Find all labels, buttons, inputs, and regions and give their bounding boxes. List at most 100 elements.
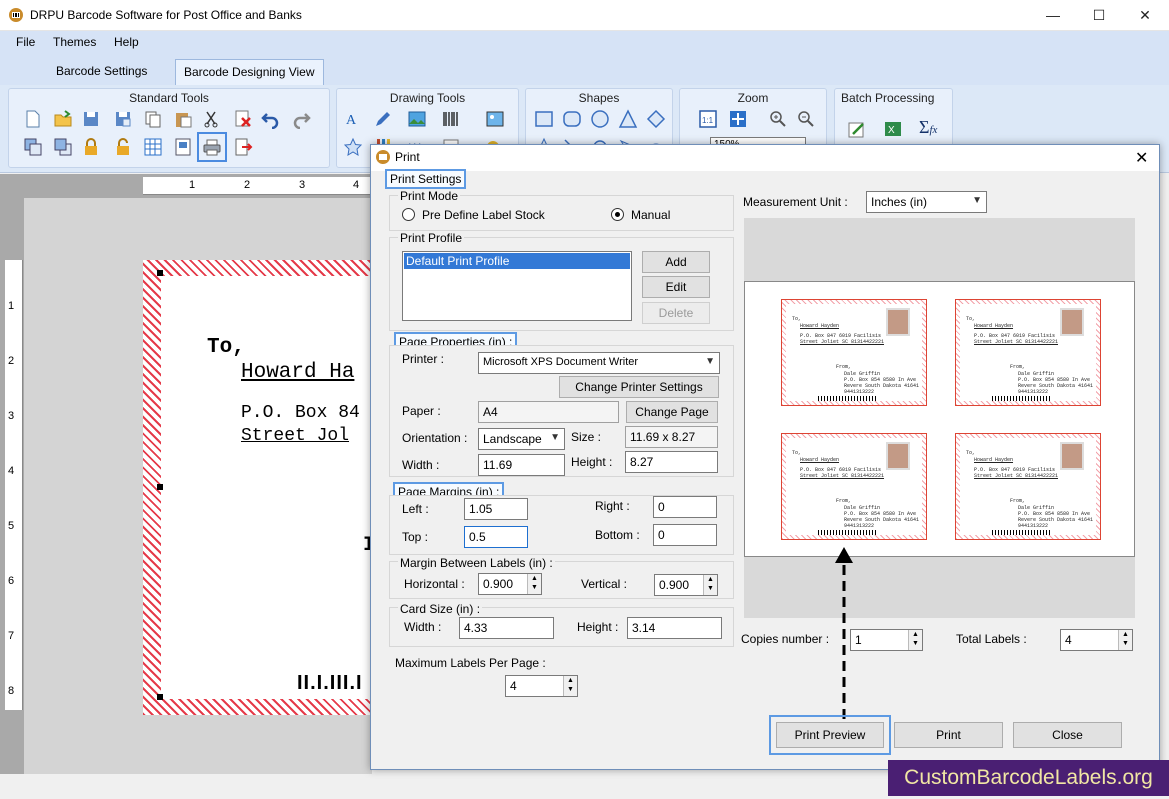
print-preview-highlight: Print Preview: [769, 715, 891, 755]
copies-spin[interactable]: 1 ▲ ▼: [850, 629, 923, 651]
save-icon[interactable]: [81, 109, 101, 129]
spinner-arrows-icon[interactable]: ▲ ▼: [703, 575, 717, 595]
redo-icon[interactable]: [291, 109, 311, 129]
tab-barcode-settings[interactable]: Barcode Settings: [48, 59, 155, 85]
size-field[interactable]: 11.69 x 8.27: [625, 426, 718, 448]
max-labels-spin[interactable]: 4 ▲ ▼: [505, 675, 578, 697]
radio-predefine-label[interactable]: Pre Define Label Stock: [422, 208, 545, 222]
delete-profile-button[interactable]: Delete: [642, 302, 710, 324]
label-to-text[interactable]: To,: [207, 336, 245, 359]
bring-front-icon[interactable]: [53, 137, 73, 157]
maximize-button[interactable]: ☐: [1076, 0, 1122, 30]
paper-field[interactable]: A4: [478, 401, 619, 423]
excel-import-icon[interactable]: X: [883, 119, 903, 139]
change-printer-button[interactable]: Change Printer Settings: [559, 376, 719, 398]
profile-list[interactable]: Default Print Profile: [402, 251, 632, 321]
open-folder-icon[interactable]: [53, 109, 73, 129]
selection-handle[interactable]: [157, 484, 163, 490]
card-height-field[interactable]: 3.14: [627, 617, 722, 639]
batch-edit-icon[interactable]: [847, 119, 867, 139]
print-profile-label: Print Profile: [398, 231, 465, 245]
page-height-field[interactable]: 8.27: [625, 451, 718, 473]
send-back-icon[interactable]: [23, 137, 43, 157]
lock-icon[interactable]: [81, 137, 101, 157]
text-tool-icon[interactable]: A: [343, 109, 363, 129]
preview-line2: Street Joliet SC 81314422221: [974, 339, 1059, 345]
rectangle-shape-icon[interactable]: [534, 109, 554, 129]
minimize-button[interactable]: —: [1030, 0, 1076, 30]
spinner-arrows-icon[interactable]: ▲ ▼: [563, 676, 577, 696]
dialog-close-icon[interactable]: ✕: [1135, 148, 1148, 168]
diamond-shape-icon[interactable]: [646, 109, 666, 129]
print-icon[interactable]: [197, 132, 227, 162]
add-profile-button[interactable]: Add: [642, 251, 710, 273]
measurement-unit-combo[interactable]: Inches (in) ▼: [866, 191, 987, 213]
spinner-arrows-icon[interactable]: ▲ ▼: [1118, 630, 1132, 650]
orientation-combo[interactable]: Landscape ▼: [478, 428, 565, 450]
edit-profile-button[interactable]: Edit: [642, 276, 710, 298]
printer-combo[interactable]: Microsoft XPS Document Writer ▼: [478, 352, 720, 374]
undo-icon[interactable]: [261, 109, 281, 129]
profile-list-item[interactable]: Default Print Profile: [404, 253, 630, 269]
new-file-icon[interactable]: [23, 109, 43, 129]
radio-manual[interactable]: [611, 208, 624, 221]
menu-file[interactable]: File: [16, 35, 35, 49]
card-width-field[interactable]: 4.33: [459, 617, 554, 639]
image-tool-icon[interactable]: [407, 109, 427, 129]
zoom-in-icon[interactable]: [768, 109, 788, 129]
spinner-arrows-icon[interactable]: ▲ ▼: [908, 630, 922, 650]
grid-icon[interactable]: [143, 137, 163, 157]
picture-icon[interactable]: [485, 109, 505, 129]
triangle-shape-icon[interactable]: [618, 109, 638, 129]
preview-from-line3: 9441313222: [844, 523, 875, 529]
menu-themes[interactable]: Themes: [53, 35, 96, 49]
horizontal-spin[interactable]: 0.900 ▲ ▼: [478, 573, 542, 595]
fit-to-window-icon[interactable]: [728, 109, 748, 129]
delete-icon[interactable]: [233, 109, 253, 129]
top-margin-field[interactable]: 0.5: [464, 526, 528, 548]
rounded-rectangle-icon[interactable]: [562, 109, 582, 129]
label-barcode[interactable]: II.I.III.I: [297, 672, 363, 695]
label-card[interactable]: To, Howard Ha P.O. Box 84 Street Jol I I…: [143, 260, 375, 715]
label-address-line1[interactable]: P.O. Box 84: [241, 403, 360, 423]
close-window-button[interactable]: ✕: [1122, 0, 1168, 30]
copy-icon[interactable]: [143, 109, 163, 129]
label-address-line2[interactable]: Street Jol: [241, 426, 349, 446]
label-recipient-name[interactable]: Howard Ha: [241, 361, 354, 384]
vertical-spin[interactable]: 0.900 ▲ ▼: [654, 574, 718, 596]
preview-from-line3: 9441313222: [844, 389, 875, 395]
selection-handle[interactable]: [157, 694, 163, 700]
page-width-field[interactable]: 11.69: [478, 454, 565, 476]
pencil-icon[interactable]: [373, 109, 393, 129]
zoom-out-icon[interactable]: [796, 109, 816, 129]
cut-icon[interactable]: [201, 109, 221, 129]
ruler-tick: 6: [8, 575, 15, 587]
menu-bar: File Themes Help: [0, 31, 1169, 55]
close-button[interactable]: Close: [1013, 722, 1122, 748]
spinner-arrows-icon[interactable]: ▲ ▼: [527, 574, 541, 594]
ellipse-shape-icon[interactable]: [590, 109, 610, 129]
page-margins-panel: Left : 1.05 Right : 0 Top : 0.5 Bottom :…: [389, 495, 734, 555]
change-page-button[interactable]: Change Page: [626, 401, 718, 423]
save-as-icon[interactable]: [113, 109, 133, 129]
print-button[interactable]: Print: [894, 722, 1003, 748]
menu-help[interactable]: Help: [114, 35, 139, 49]
barcode-tool-icon[interactable]: [441, 109, 461, 129]
unlock-icon[interactable]: [113, 137, 133, 157]
paste-icon[interactable]: [173, 109, 193, 129]
radio-predefine-stock[interactable]: [402, 208, 415, 221]
export-icon[interactable]: [233, 137, 253, 157]
selection-handle[interactable]: [157, 270, 163, 276]
right-margin-field[interactable]: 0: [653, 496, 717, 518]
total-labels-spin[interactable]: 4 ▲ ▼: [1060, 629, 1133, 651]
radio-manual-label[interactable]: Manual: [631, 208, 670, 222]
left-margin-field[interactable]: 1.05: [464, 498, 528, 520]
preview-barcode: [992, 396, 1052, 401]
bottom-margin-field[interactable]: 0: [653, 524, 717, 546]
tab-barcode-designing-view[interactable]: Barcode Designing View: [175, 59, 324, 85]
star-shape-icon[interactable]: [343, 137, 363, 157]
formula-icon[interactable]: Σfx: [919, 117, 937, 138]
print-preview-icon[interactable]: [173, 137, 193, 157]
print-preview-button[interactable]: Print Preview: [776, 722, 884, 748]
actual-size-icon[interactable]: 1:1: [698, 109, 718, 129]
